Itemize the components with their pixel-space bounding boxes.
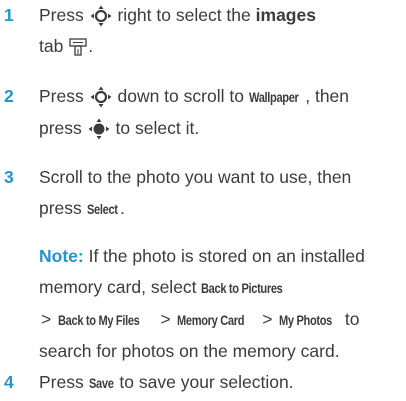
center-select-key-icon bbox=[87, 117, 111, 141]
breadcrumb-separator: > bbox=[262, 309, 273, 329]
step-text: Press down to scroll to Wallpaper, then … bbox=[39, 81, 399, 144]
step-text-fragment: Press bbox=[39, 372, 84, 392]
breadcrumb-separator: > bbox=[41, 309, 52, 329]
step-text: Press right to select the images tab . bbox=[39, 0, 399, 62]
step-number: 2 bbox=[4, 86, 14, 106]
step-text-fragment: , then bbox=[305, 86, 350, 106]
step-line: tab . bbox=[39, 31, 399, 62]
select-key-label: Select bbox=[86, 202, 118, 217]
step-3: 3 Scroll to the photo you want to use, t… bbox=[0, 162, 406, 225]
step-text-fragment: Press bbox=[39, 86, 84, 106]
step-text-fragment: Press bbox=[39, 5, 84, 25]
step-text-fragment: . bbox=[88, 36, 94, 56]
step-number: 1 bbox=[4, 5, 14, 25]
note-line: memory card, select Back to Pictures bbox=[39, 272, 399, 304]
note-line: search for photos on the memory card. bbox=[39, 341, 340, 361]
step-line: Press down to scroll to Wallpaper , then bbox=[39, 81, 399, 113]
step-text-fragment: to select it. bbox=[115, 118, 200, 138]
step-line: press to select it. bbox=[39, 113, 399, 144]
images-label: images bbox=[255, 5, 316, 25]
step-line: Scroll to the photo you want to use, the… bbox=[39, 167, 352, 187]
step-text: Scroll to the photo you want to use, the… bbox=[39, 162, 399, 225]
step-line: Press Save to save your selection. bbox=[39, 367, 399, 399]
nav-key-icon bbox=[89, 4, 113, 28]
memory-card-label: Memory Card bbox=[177, 313, 245, 328]
step-text-fragment: down to scroll to bbox=[117, 86, 244, 106]
note: Note: If the photo is stored on an insta… bbox=[0, 241, 406, 367]
images-tab-icon bbox=[68, 37, 88, 57]
step-4: 4 Press Save to save your selection. bbox=[0, 367, 406, 399]
step-text-fragment: press bbox=[39, 198, 82, 218]
step-text-fragment: press bbox=[39, 118, 82, 138]
step-line: press Select. bbox=[39, 193, 399, 225]
back-to-my-files-label: Back to My Files bbox=[58, 313, 140, 328]
step-text-fragment: to save your selection. bbox=[119, 372, 294, 392]
step-2: 2 Press down to scroll to Wallpaper , the… bbox=[0, 81, 406, 144]
note-label: Note: bbox=[39, 246, 84, 266]
back-to-pictures-label: Back to Pictures bbox=[201, 281, 283, 296]
step-text-fragment: tab bbox=[39, 36, 64, 56]
step-text-fragment: right to select the bbox=[117, 5, 251, 25]
step-text: Press Save to save your selection. bbox=[39, 367, 399, 399]
wallpaper-key-label: Wallpaper bbox=[248, 90, 299, 105]
note-text-fragment: memory card, select bbox=[39, 277, 197, 297]
note-text-fragment: to bbox=[344, 309, 360, 329]
nav-key-icon bbox=[89, 85, 113, 109]
note-text: Note: If the photo is stored on an insta… bbox=[39, 241, 399, 367]
note-text-fragment: If the photo is stored on an installed bbox=[88, 246, 365, 266]
step-number: 4 bbox=[4, 372, 14, 392]
note-line: Note: If the photo is stored on an insta… bbox=[39, 241, 399, 272]
breadcrumb-separator: > bbox=[160, 309, 171, 329]
note-line: > Back to My Files > Memory Card > My Ph… bbox=[39, 304, 399, 336]
step-line: Press right to select the images bbox=[39, 0, 399, 31]
step-1: 1 Press right to select the images tab . bbox=[0, 0, 406, 62]
step-text-fragment: . bbox=[120, 198, 125, 218]
step-number: 3 bbox=[4, 167, 14, 187]
my-photos-label: My Photos bbox=[279, 313, 333, 328]
save-key-label: Save bbox=[88, 376, 114, 391]
